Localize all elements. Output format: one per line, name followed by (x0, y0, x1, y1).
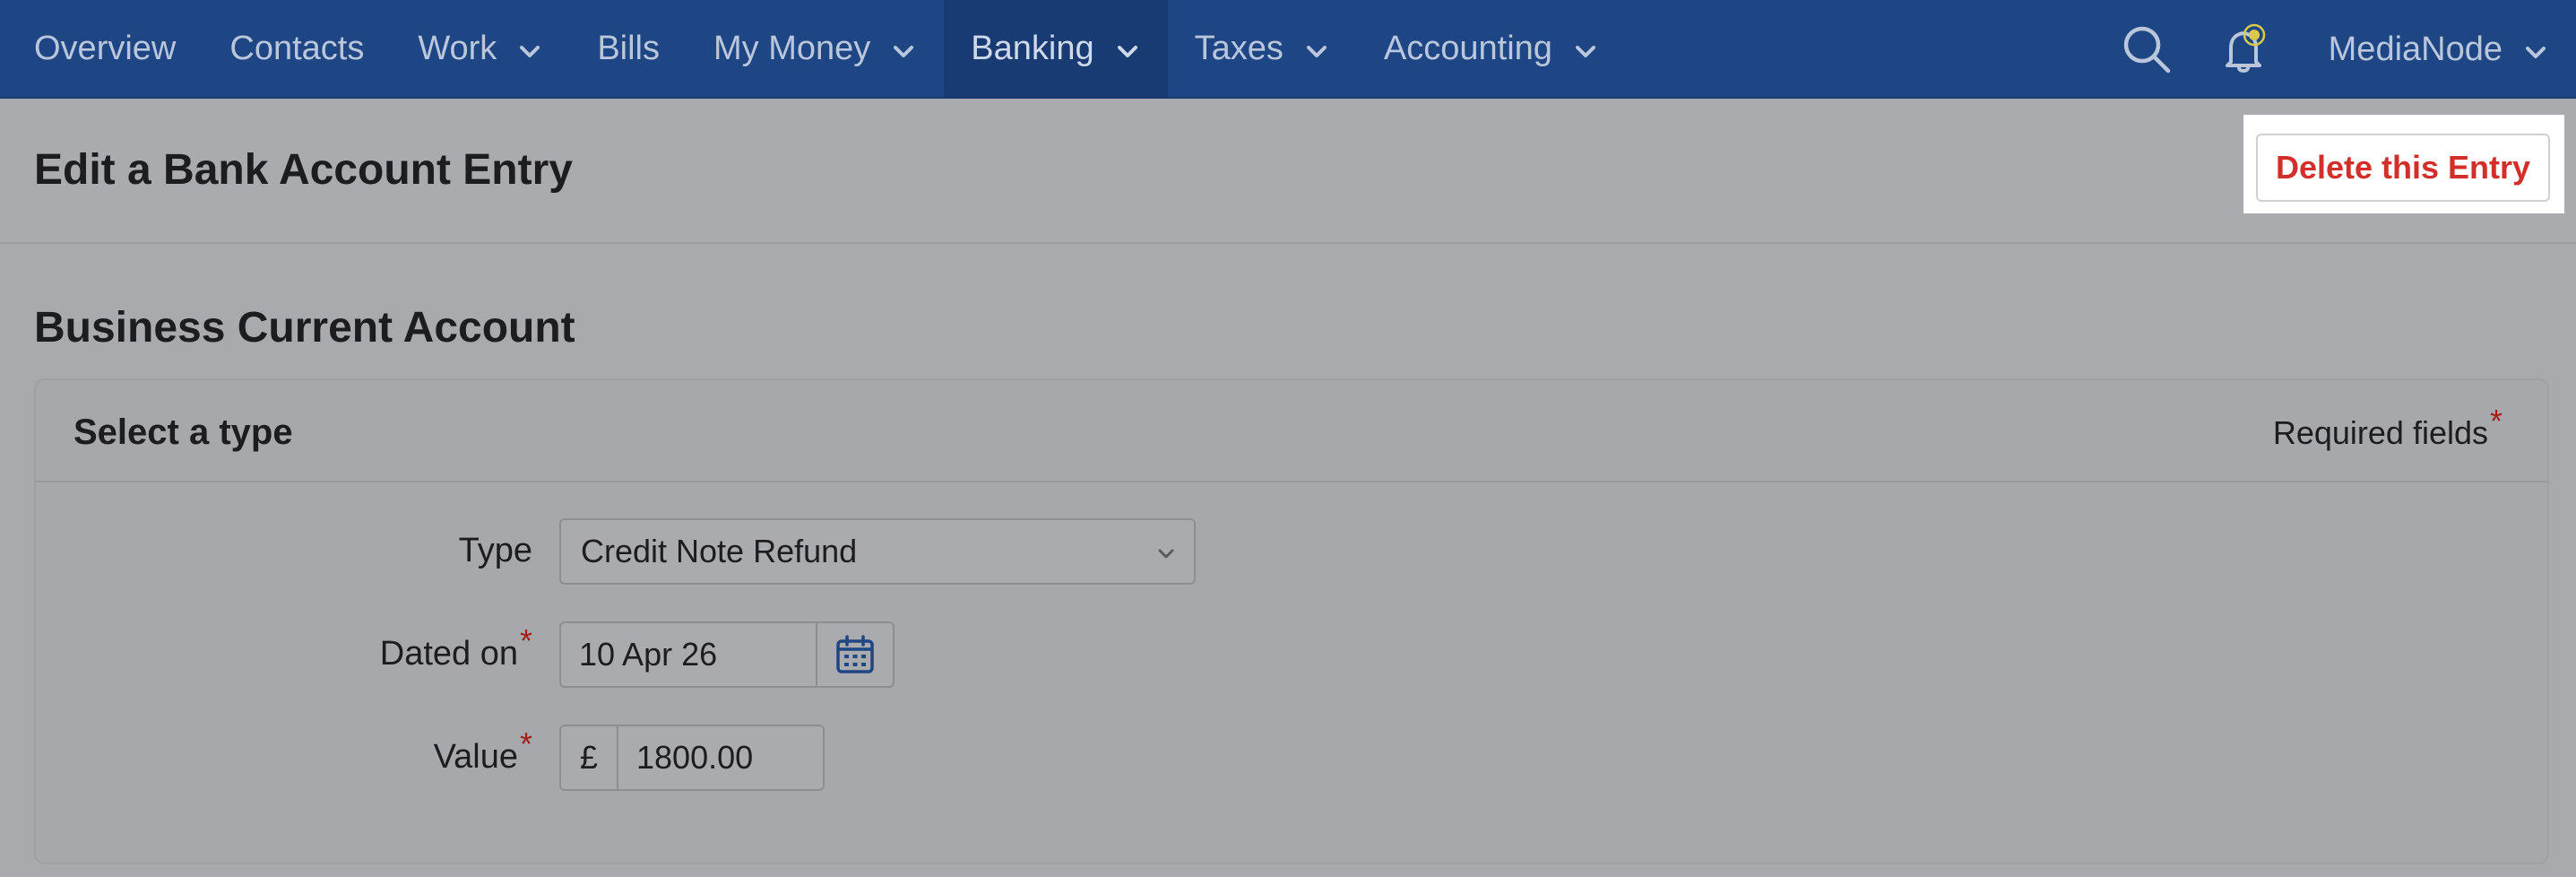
value-label: Value* (264, 728, 532, 777)
chevron-down-icon (1303, 35, 1330, 62)
required-star: * (2489, 403, 2503, 439)
page-title: Edit a Bank Account Entry (34, 146, 573, 194)
nav-item-banking[interactable]: Banking (944, 0, 1168, 98)
type-label: Type (264, 532, 532, 570)
required-star: * (519, 622, 532, 660)
nav-item-contacts[interactable]: Contacts (203, 0, 391, 98)
search-button[interactable] (2097, 0, 2196, 99)
nav-item-label: Bills (597, 29, 660, 67)
form-card: Select a type Required fields* (34, 378, 2549, 864)
nav-item-accounting[interactable]: Accounting (1357, 0, 1626, 98)
bell-icon (2225, 23, 2265, 73)
required-star: * (519, 725, 532, 763)
delete-entry-button[interactable]: Delete this Entry (2256, 134, 2550, 202)
user-menu[interactable]: MediaNode (2295, 0, 2576, 99)
chevron-down-icon (890, 35, 917, 62)
chevron-down-icon (516, 35, 543, 62)
nav-item-label: Contacts (229, 29, 365, 67)
nav-item-label: Taxes (1194, 29, 1284, 67)
date-input[interactable]: 10 Apr 26 (559, 621, 817, 688)
date-label-text: Dated on (379, 635, 518, 673)
required-fields-label: Required fields (2272, 414, 2488, 451)
type-select-value: Credit Note Refund (581, 533, 858, 569)
chevron-down-icon (1158, 549, 1174, 559)
value-input-value: 1800.00 (636, 739, 754, 776)
chevron-down-icon (2522, 36, 2549, 63)
nav-item-work[interactable]: Work (391, 0, 570, 98)
type-label-text: Type (458, 532, 532, 569)
calendar-button[interactable] (816, 621, 895, 688)
nav-item-label: My Money (713, 29, 871, 67)
nav-item-taxes[interactable]: Taxes (1168, 0, 1357, 98)
nav-right: MediaNode (2097, 0, 2576, 99)
chevron-down-icon (1572, 35, 1599, 62)
chevron-down-icon (1114, 35, 1141, 62)
top-nav: Overview Contacts Work Bills My Money Banking… (0, 0, 2576, 99)
nav-item-label: Work (418, 29, 497, 67)
nav-item-label: Banking (971, 29, 1094, 67)
nav-item-label: Accounting (1383, 29, 1552, 67)
required-fields-note: Required fields* (2272, 405, 2503, 452)
type-select[interactable]: Credit Note Refund (559, 518, 1196, 585)
page: Overview Contacts Work Bills My Money Banking… (0, 0, 2576, 877)
nav-item-overview[interactable]: Overview (0, 0, 203, 98)
value-label-text: Value (433, 738, 518, 776)
date-input-value: 10 Apr 26 (579, 636, 718, 673)
nav-items: Overview Contacts Work Bills My Money Banking… (0, 0, 1626, 98)
nav-item-bills[interactable]: Bills (570, 0, 687, 98)
account-title: Business Current Account (34, 304, 575, 352)
nav-item-label: Overview (34, 29, 177, 67)
notifications-button[interactable] (2196, 0, 2295, 99)
search-icon (2123, 26, 2170, 74)
date-label: Dated on* (264, 625, 532, 673)
currency-addon: £ (559, 725, 618, 791)
user-name: MediaNode (2328, 30, 2503, 68)
section-title: Select a type (73, 412, 293, 452)
page-header: Edit a Bank Account Entry (0, 100, 2576, 244)
form-card-header: Select a type Required fields* (36, 380, 2547, 482)
calendar-icon (836, 635, 874, 673)
nav-item-my-money[interactable]: My Money (687, 0, 944, 98)
value-input[interactable]: 1800.00 (617, 725, 825, 791)
